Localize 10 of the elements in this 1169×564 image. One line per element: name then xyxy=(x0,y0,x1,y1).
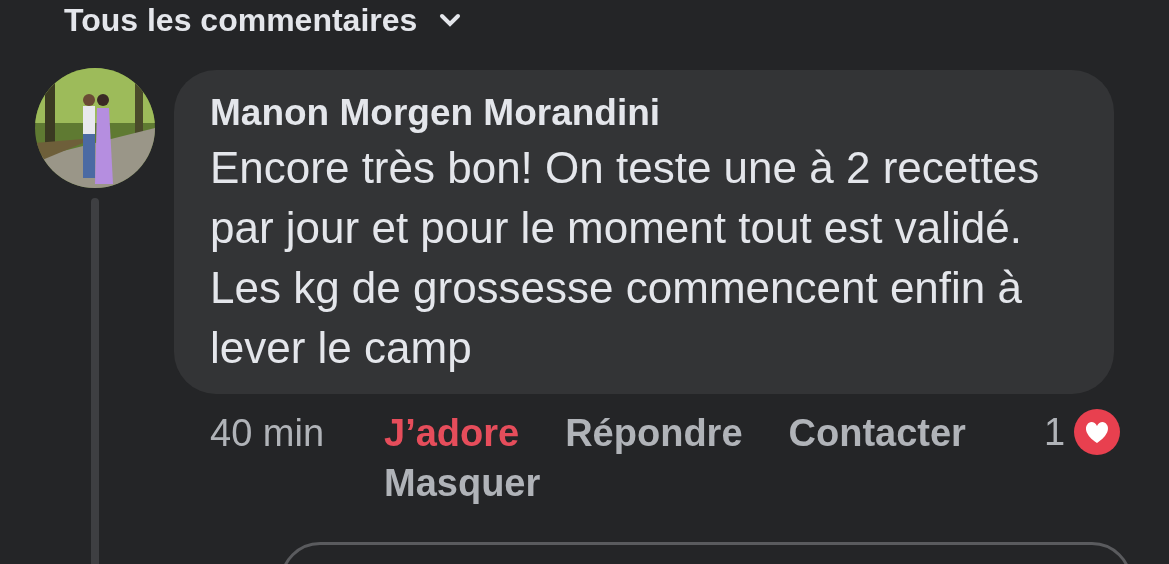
like-link[interactable]: J’adore xyxy=(384,408,520,458)
contact-link[interactable]: Contacter xyxy=(788,408,966,458)
comment-time: 40 min xyxy=(210,411,326,456)
reaction-count: 1 xyxy=(1044,410,1066,455)
comment-author[interactable]: Manon Morgen Morandini xyxy=(210,92,1094,134)
reply-link[interactable]: Répondre xyxy=(565,408,743,458)
hide-link[interactable]: Masquer xyxy=(384,458,541,508)
comment-text: Encore très bon! On teste une à 2 recettes par jour et pour le moment tout est validé. Les kg de grossesse commencent enfin à lever le camp xyxy=(210,142,1041,374)
comments-filter-title[interactable]: Tous les commentaires xyxy=(64,1,418,39)
chevron-down-icon[interactable] xyxy=(439,13,462,27)
